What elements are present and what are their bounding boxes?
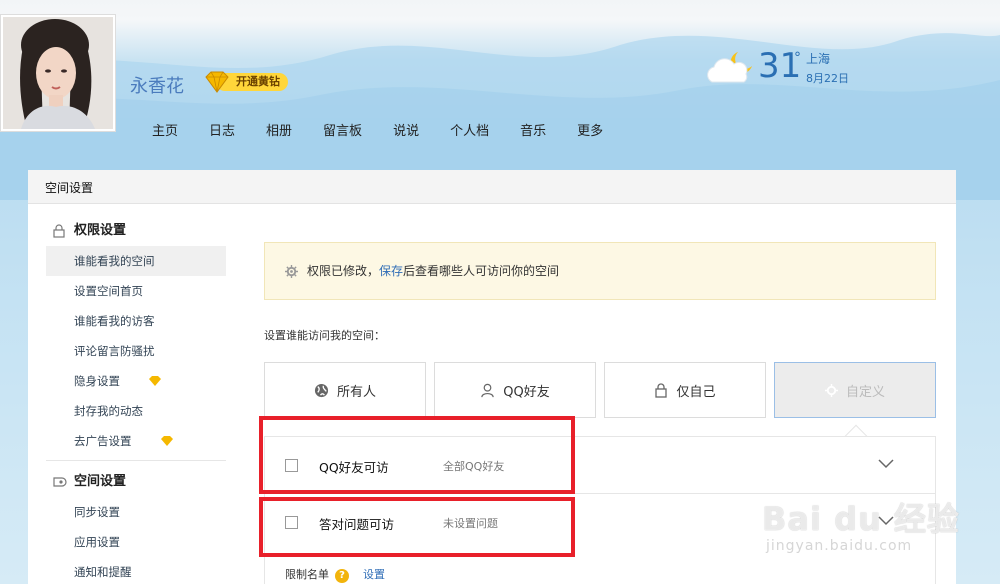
temperature-unit: ° — [794, 50, 801, 66]
sidebar-group-label: 空间设置 — [74, 474, 127, 489]
sidebar-group-permissions[interactable]: 权限设置 — [46, 216, 226, 246]
sidebar-item-sync[interactable]: 同步设置 — [46, 497, 226, 527]
nav-item-music[interactable]: 音乐 — [520, 120, 546, 139]
option-everyone[interactable]: 所有人 — [264, 362, 426, 418]
nav-item-more[interactable]: 更多 — [577, 120, 603, 139]
sidebar-item-label: 去广告设置 — [74, 434, 132, 448]
sidebar-group-space-settings[interactable]: 空间设置 — [46, 467, 226, 497]
friends-icon — [481, 383, 494, 397]
limit-settings-link[interactable]: 设置 — [363, 568, 385, 581]
diamond-icon — [149, 376, 161, 386]
avatar[interactable] — [0, 14, 116, 132]
main-nav: 主页 日志 相册 留言板 说说 个人档 音乐 更多 — [152, 120, 634, 139]
sidebar-item-archive[interactable]: 封存我的动态 — [46, 396, 226, 426]
sidebar-group-label: 权限设置 — [74, 223, 127, 238]
sidebar-divider — [46, 460, 226, 461]
notice-text: 权限已修改，保存后查看哪些人可访问你的空间 — [307, 264, 559, 278]
nav-item-guestbook[interactable]: 留言板 — [323, 120, 362, 139]
gear-icon — [53, 477, 67, 487]
nav-item-shuoshuo[interactable]: 说说 — [393, 120, 419, 139]
option-custom[interactable]: 自定义 — [774, 362, 936, 418]
help-icon[interactable]: ? — [335, 569, 349, 583]
weather-cloud-moon-icon — [707, 52, 752, 83]
nav-item-profile[interactable]: 个人档 — [450, 120, 489, 139]
limit-list: 限制名单? 设置 — [285, 566, 385, 583]
watermark-brand: Bai du 经验 — [762, 500, 960, 538]
username[interactable]: 永香花 — [130, 72, 184, 98]
option-only-me[interactable]: 仅自己 — [604, 362, 766, 418]
diamond-icon — [205, 71, 229, 93]
highlight-box — [259, 416, 575, 494]
limit-label: 限制名单 — [285, 568, 329, 581]
sidebar-item-apps[interactable]: 应用设置 — [46, 527, 226, 557]
panel-title: 空间设置 — [28, 170, 956, 204]
open-vip-badge[interactable]: 开通黄钻 — [202, 71, 294, 93]
option-qq-friends[interactable]: QQ好友 — [434, 362, 596, 418]
nav-item-home[interactable]: 主页 — [152, 120, 178, 139]
notice-text-before: 权限已修改， — [307, 264, 380, 278]
weather-city: 上海 — [806, 52, 831, 66]
save-link[interactable]: 保存 — [379, 264, 403, 278]
sidebar-item-anti-harass[interactable]: 评论留言防骚扰 — [46, 336, 226, 366]
option-label: QQ好友 — [503, 384, 550, 400]
chevron-down-icon[interactable] — [877, 457, 895, 469]
weather-widget[interactable]: 31 ° 上海 8月22日 — [702, 46, 872, 88]
gear-icon — [285, 265, 298, 278]
weather-date: 8月22日 — [806, 72, 849, 85]
access-options: 所有人 QQ好友 仅自己 自定义 — [264, 362, 936, 418]
lock-icon — [53, 224, 65, 238]
sidebar-item-homepage[interactable]: 设置空间首页 — [46, 276, 226, 306]
sidebar-item-label: 隐身设置 — [74, 374, 120, 388]
globe-icon — [314, 383, 329, 397]
settings-sidebar: 权限设置 谁能看我的空间 设置空间首页 谁能看我的访客 评论留言防骚扰 隐身设置… — [46, 216, 226, 584]
sidebar-item-who-can-view[interactable]: 谁能看我的空间 — [46, 246, 226, 276]
sidebar-item-notifications[interactable]: 通知和提醒 — [46, 557, 226, 584]
option-label: 所有人 — [336, 384, 376, 400]
option-label: 自定义 — [845, 384, 885, 400]
watermark-url: jingyan.baidu.com — [766, 538, 913, 554]
notice-banner: 权限已修改，保存后查看哪些人可访问你的空间 — [264, 242, 936, 300]
highlight-box — [259, 497, 575, 557]
baidu-watermark: Bai du 经验 jingyan.baidu.com — [762, 494, 1000, 584]
diamond-icon — [161, 436, 173, 446]
lock-icon — [655, 382, 668, 398]
notice-text-after: 后查看哪些人可访问你的空间 — [403, 264, 560, 278]
gear-icon — [824, 383, 838, 397]
nav-item-blog[interactable]: 日志 — [209, 120, 235, 139]
sidebar-item-remove-ads[interactable]: 去广告设置 — [46, 426, 226, 456]
settings-content: 权限已修改，保存后查看哪些人可访问你的空间 设置谁能访问我的空间： 所有人 QQ… — [264, 242, 936, 584]
sidebar-item-invisible[interactable]: 隐身设置 — [46, 366, 226, 396]
option-label: 仅自己 — [676, 384, 716, 400]
access-label: 设置谁能访问我的空间： — [264, 329, 385, 342]
sidebar-item-visitors[interactable]: 谁能看我的访客 — [46, 306, 226, 336]
nav-item-album[interactable]: 相册 — [266, 120, 292, 139]
